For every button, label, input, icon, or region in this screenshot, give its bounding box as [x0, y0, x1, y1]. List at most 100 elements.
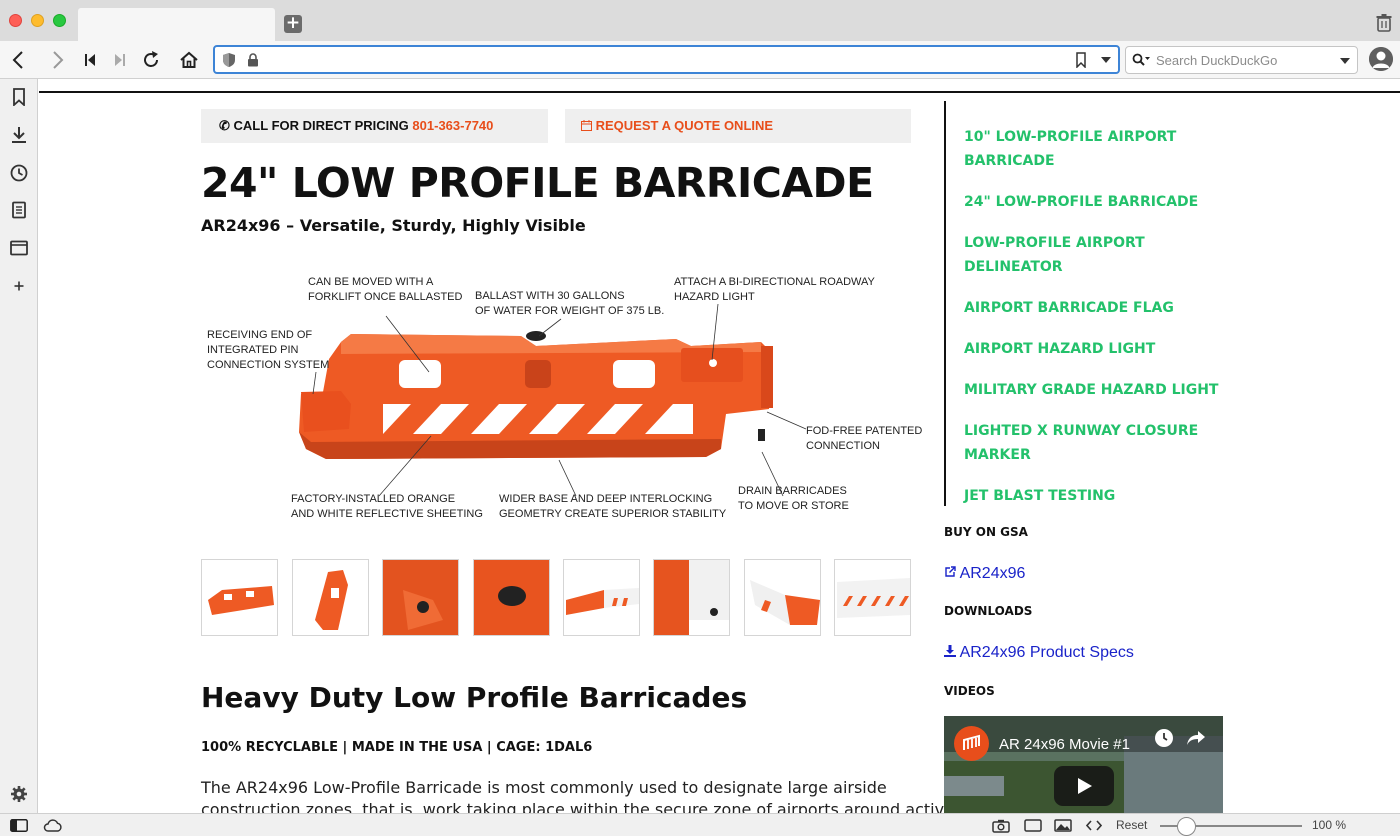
zoom-window-button[interactable] — [53, 14, 66, 27]
product-nav-link[interactable]: 24" LOW-PROFILE BARRICADE — [964, 190, 1234, 214]
settings-gear-icon[interactable] — [10, 785, 28, 803]
callout-sheeting: FACTORY-INSTALLED ORANGE AND WHITE REFLE… — [291, 492, 483, 522]
account-avatar[interactable] — [1369, 47, 1393, 71]
thumbnail-image — [474, 560, 549, 635]
thumbnail[interactable] — [744, 559, 821, 636]
callout-line: ATTACH A BI-DIRECTIONAL ROADWAY — [674, 276, 875, 288]
camera-icon[interactable] — [992, 819, 1010, 833]
thumbnail[interactable] — [201, 559, 278, 636]
back-icon[interactable] — [8, 49, 30, 71]
phone-number-link[interactable]: 801-363-7740 — [412, 118, 493, 133]
chevron-down-icon[interactable] — [1340, 58, 1350, 64]
product-nav-link[interactable]: 10" LOW-PROFILE AIRPORT BARRICADE — [964, 125, 1234, 173]
bookmark-icon[interactable] — [1075, 52, 1087, 68]
download-specs-link[interactable]: AR24x96 Product Specs — [944, 644, 1134, 662]
callout-line: HAZARD LIGHT — [674, 291, 755, 303]
close-window-button[interactable] — [9, 14, 22, 27]
tab-bar: + — [0, 0, 1400, 42]
product-nav-link[interactable]: LOW-PROFILE AIRPORT DELINEATOR — [964, 231, 1234, 279]
play-icon — [1078, 778, 1092, 794]
thumbnail[interactable] — [292, 559, 369, 636]
channel-logo[interactable] — [954, 726, 989, 761]
new-tab-button[interactable]: + — [284, 15, 302, 33]
code-icon[interactable] — [1086, 819, 1102, 832]
rewind-icon[interactable] — [80, 49, 102, 71]
fast-forward-icon[interactable] — [108, 49, 130, 71]
description-line: construction zones, that is, work taking… — [201, 800, 954, 813]
minimize-window-button[interactable] — [31, 14, 44, 27]
active-tab[interactable] — [78, 8, 275, 42]
call-label: CALL FOR DIRECT PRICING — [233, 118, 409, 133]
thumbnail[interactable] — [834, 559, 911, 636]
search-icon — [1132, 53, 1150, 66]
callout-line: DRAIN BARRICADES — [738, 485, 847, 497]
reload-icon[interactable] — [140, 49, 162, 71]
downloads-icon[interactable] — [10, 126, 28, 144]
thumbnail-image — [566, 588, 639, 615]
window-panel-icon[interactable] — [10, 239, 28, 257]
product-meta: 100% RECYCLABLE | MADE IN THE USA | CAGE… — [201, 740, 593, 755]
zoom-slider-handle[interactable] — [1177, 817, 1196, 836]
tile-view-icon[interactable] — [1024, 819, 1042, 832]
external-link-icon — [945, 566, 956, 577]
callout-receiving-end: RECEIVING END OF INTEGRATED PIN CONNECTI… — [207, 328, 329, 373]
watch-later-icon[interactable] — [1154, 728, 1174, 748]
callout-drain: DRAIN BARRICADES TO MOVE OR STORE — [738, 484, 849, 514]
add-panel-icon[interactable] — [10, 277, 28, 295]
trash-icon[interactable] — [1376, 14, 1392, 32]
chevron-down-icon[interactable] — [1101, 57, 1111, 63]
thumbnail[interactable] — [382, 559, 459, 636]
bookmarks-icon[interactable] — [10, 88, 28, 106]
thumbnail[interactable] — [563, 559, 640, 636]
product-nav-link[interactable]: AIRPORT BARRICADE FLAG — [964, 296, 1234, 320]
calendar-icon — [581, 120, 592, 131]
callout-line: OF WATER FOR WEIGHT OF 375 LB. — [475, 305, 665, 317]
notes-icon[interactable] — [10, 201, 28, 219]
toggle-panel-icon[interactable] — [10, 819, 28, 832]
thumbnail[interactable] — [473, 559, 550, 636]
home-icon[interactable] — [178, 49, 200, 71]
product-nav-link[interactable]: LIGHTED X RUNWAY CLOSURE MARKER — [964, 419, 1234, 467]
callout-forklift: CAN BE MOVED WITH A FORKLIFT ONCE BALLAS… — [308, 275, 462, 305]
gsa-link-label: AR24x96 — [959, 565, 1026, 582]
product-nav-link[interactable]: JET BLAST TESTING — [964, 484, 1234, 508]
search-input[interactable]: Search DuckDuckGo — [1125, 46, 1358, 74]
forward-icon[interactable] — [46, 49, 68, 71]
section-heading: Heavy Duty Low Profile Barricades — [201, 681, 748, 714]
callout-line: GEOMETRY CREATE SUPERIOR STABILITY — [499, 508, 727, 520]
logo-icon — [963, 734, 980, 750]
thumbnail-image — [208, 586, 274, 615]
header-divider — [39, 91, 1400, 93]
thumbnail-image — [654, 560, 729, 635]
video-play-button[interactable] — [1054, 766, 1114, 806]
request-quote-button[interactable]: REQUEST A QUOTE ONLINE — [565, 109, 911, 143]
callout-ballast: BALLAST WITH 30 GALLONS OF WATER FOR WEI… — [475, 289, 664, 319]
zoom-reset-button[interactable]: Reset — [1116, 818, 1147, 832]
address-bar[interactable] — [213, 45, 1120, 74]
callout-line: TO MOVE OR STORE — [738, 500, 849, 512]
callout-line: RECEIVING END OF — [207, 329, 313, 341]
share-icon[interactable] — [1186, 729, 1206, 747]
product-nav-link[interactable]: MILITARY GRADE HAZARD LIGHT — [964, 378, 1234, 402]
search-placeholder: Search DuckDuckGo — [1156, 53, 1278, 68]
callout-line: AND WHITE REFLECTIVE SHEETING — [291, 508, 483, 520]
video-embed[interactable]: AR 24x96 Movie #1 — [944, 716, 1223, 813]
history-icon[interactable] — [10, 164, 28, 182]
user-icon — [1369, 47, 1393, 71]
thumbnail[interactable] — [653, 559, 730, 636]
image-icon[interactable] — [1054, 819, 1072, 832]
callout-line: INTEGRATED PIN — [207, 344, 299, 356]
gsa-heading: BUY ON GSA — [944, 525, 1028, 539]
zoom-level: 100 % — [1312, 818, 1347, 832]
thumbnail-image — [750, 580, 820, 625]
product-nav-link[interactable]: AIRPORT HAZARD LIGHT — [964, 337, 1234, 361]
call-pricing-banner[interactable]: ✆ CALL FOR DIRECT PRICING 801-363-7740 — [201, 109, 548, 143]
shield-icon[interactable] — [222, 52, 236, 68]
callout-wider-base: WIDER BASE AND DEEP INTERLOCKING GEOMETR… — [499, 492, 726, 522]
gsa-link[interactable]: AR24x96 — [944, 565, 1025, 583]
cloud-sync-icon[interactable] — [43, 819, 63, 832]
request-quote-label: REQUEST A QUOTE ONLINE — [595, 118, 774, 133]
callout-line: FACTORY-INSTALLED ORANGE — [291, 493, 456, 505]
side-panel — [0, 79, 38, 813]
video-title[interactable]: AR 24x96 Movie #1 — [999, 736, 1130, 753]
